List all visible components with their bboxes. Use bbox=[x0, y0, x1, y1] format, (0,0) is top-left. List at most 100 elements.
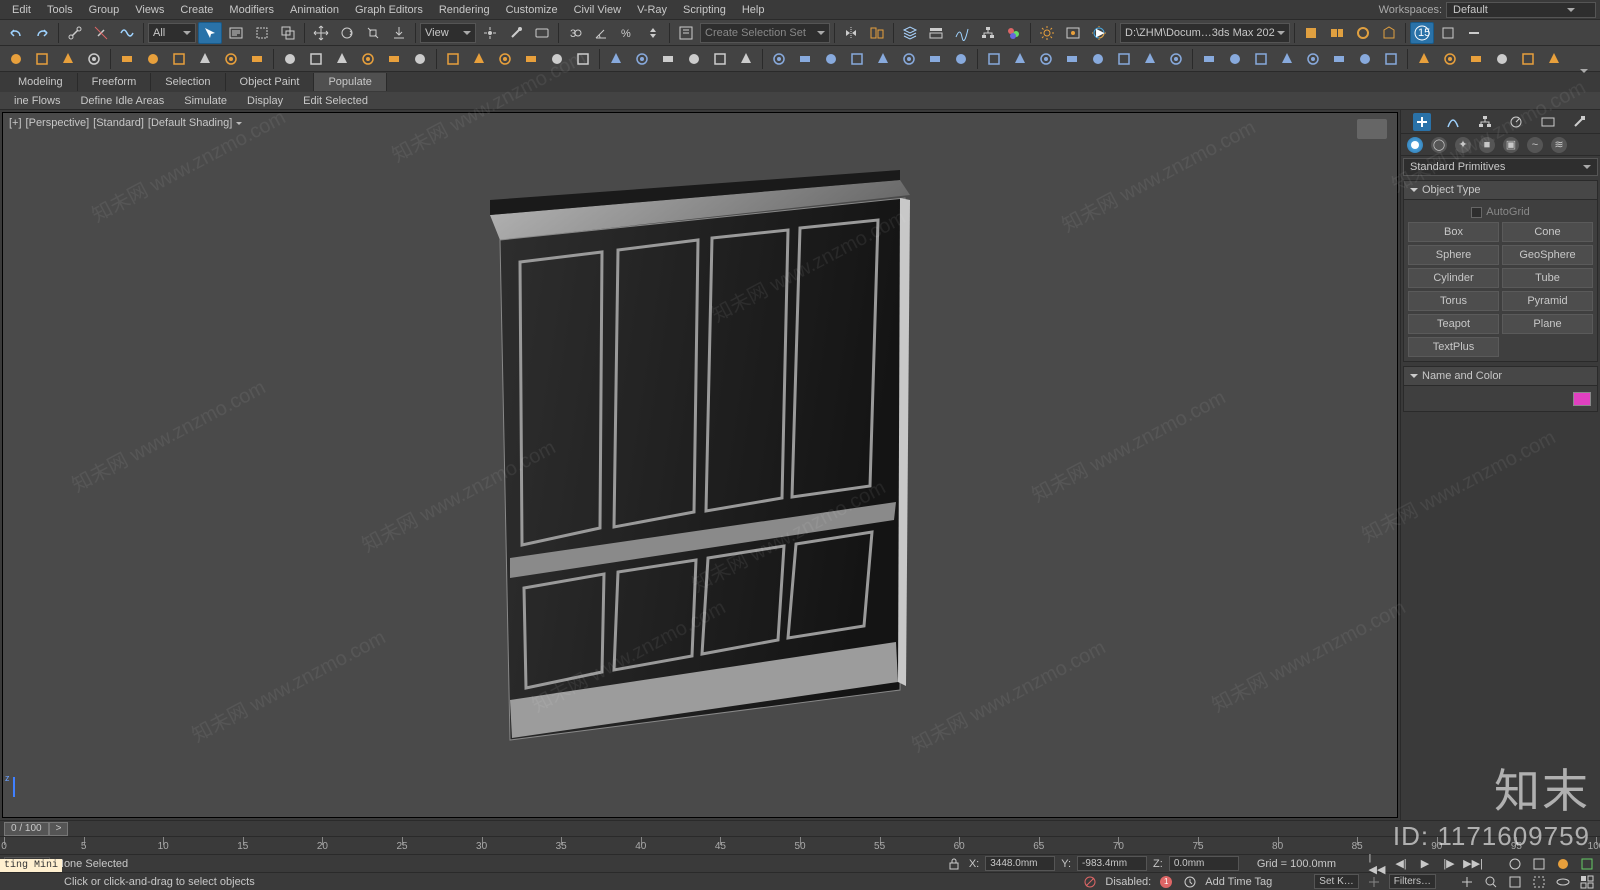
toolbar2-button-32[interactable] bbox=[871, 48, 895, 70]
modify-tab[interactable] bbox=[1444, 113, 1462, 131]
toolbar2-button-51[interactable] bbox=[1379, 48, 1403, 70]
ribbon-sub-flows[interactable]: ine Flows bbox=[4, 93, 70, 109]
manipulate-button[interactable] bbox=[504, 22, 528, 44]
lock-selection-button[interactable] bbox=[945, 856, 963, 872]
toolbar2-button-48[interactable] bbox=[1301, 48, 1325, 70]
schematic-view-button[interactable] bbox=[976, 22, 1000, 44]
render-button[interactable]: ▶ bbox=[1087, 22, 1111, 44]
toolbar2-button-26[interactable] bbox=[708, 48, 732, 70]
isolate-button[interactable] bbox=[1554, 856, 1572, 872]
keyboard-shortcut-button[interactable] bbox=[530, 22, 554, 44]
selection-filter[interactable]: All bbox=[148, 23, 196, 43]
primitive-cone-button[interactable]: Cone bbox=[1502, 222, 1593, 242]
toolbar2-button-47[interactable] bbox=[1275, 48, 1299, 70]
material-editor-button[interactable] bbox=[1002, 22, 1026, 44]
next-frame-button[interactable]: |▶ bbox=[1440, 856, 1458, 872]
object-color-swatch[interactable] bbox=[1573, 392, 1591, 406]
pivot-center-button[interactable] bbox=[478, 22, 502, 44]
time-slider[interactable]: 0 / 100 > bbox=[0, 820, 1600, 836]
primitive-teapot-button[interactable]: Teapot bbox=[1408, 314, 1499, 334]
mirror-button[interactable] bbox=[839, 22, 863, 44]
ribbon-tab-selection[interactable]: Selection bbox=[151, 73, 225, 91]
autosave-badge[interactable]: 15 bbox=[1410, 22, 1434, 44]
rollout-object-type-header[interactable]: Object Type bbox=[1403, 180, 1598, 200]
time-slider-go[interactable]: > bbox=[49, 822, 69, 836]
motion-tab[interactable] bbox=[1507, 113, 1525, 131]
toolbar2-button-43[interactable] bbox=[1164, 48, 1188, 70]
edit-named-sets-button[interactable] bbox=[674, 22, 698, 44]
primitive-tube-button[interactable]: Tube bbox=[1502, 268, 1593, 288]
toolbar2-button-49[interactable] bbox=[1327, 48, 1351, 70]
toolbar2-button-45[interactable] bbox=[1223, 48, 1247, 70]
curve-editor-button[interactable] bbox=[950, 22, 974, 44]
toolbar2-button-2[interactable] bbox=[56, 48, 80, 70]
toolbar2-button-31[interactable] bbox=[845, 48, 869, 70]
toolbar2-button-25[interactable] bbox=[682, 48, 706, 70]
toolbar2-button-14[interactable] bbox=[382, 48, 406, 70]
snap-3d-button[interactable]: 3 bbox=[563, 22, 587, 44]
menu-modifiers[interactable]: Modifiers bbox=[221, 2, 282, 18]
maximize-viewport-button[interactable] bbox=[1578, 874, 1596, 890]
move-button[interactable] bbox=[309, 22, 333, 44]
toolbar2-button-3[interactable] bbox=[82, 48, 106, 70]
primitive-box-button[interactable]: Box bbox=[1408, 222, 1499, 242]
toolbar2-button-46[interactable] bbox=[1249, 48, 1273, 70]
toolbar2-button-19[interactable] bbox=[519, 48, 543, 70]
toolbar2-button-22[interactable] bbox=[604, 48, 628, 70]
project-path-display[interactable]: D:\ZHM\Docum…3ds Max 202 bbox=[1120, 23, 1290, 43]
toolbar2-button-36[interactable] bbox=[982, 48, 1006, 70]
z-coord-field[interactable]: 0.0mm bbox=[1169, 856, 1239, 871]
toolbar2-button-17[interactable] bbox=[467, 48, 491, 70]
menu-graph-editors[interactable]: Graph Editors bbox=[347, 2, 431, 18]
helpers-category[interactable]: ▣ bbox=[1503, 137, 1519, 153]
disabled-icon[interactable] bbox=[1081, 874, 1099, 890]
align-button[interactable] bbox=[865, 22, 889, 44]
toolbar2-button-52[interactable] bbox=[1412, 48, 1436, 70]
primitive-textplus-button[interactable]: TextPlus bbox=[1408, 337, 1499, 357]
goto-end-button[interactable]: ▶▶| bbox=[1464, 856, 1482, 872]
primitive-sphere-button[interactable]: Sphere bbox=[1408, 245, 1499, 265]
key-filters-icon[interactable] bbox=[1365, 874, 1383, 890]
toolbar2-button-34[interactable] bbox=[923, 48, 947, 70]
viewcube[interactable] bbox=[1357, 119, 1387, 139]
toolbar2-button-12[interactable] bbox=[330, 48, 354, 70]
rectangular-region-button[interactable] bbox=[250, 22, 274, 44]
layer-explorer-button[interactable] bbox=[898, 22, 922, 44]
extra2-button[interactable] bbox=[1462, 22, 1486, 44]
toggle-ribbon-button[interactable] bbox=[924, 22, 948, 44]
toolbar2-button-42[interactable] bbox=[1138, 48, 1162, 70]
menu-vray[interactable]: V-Ray bbox=[629, 2, 675, 18]
workspace-selector[interactable]: Default bbox=[1446, 2, 1596, 18]
ribbon-tab-object-paint[interactable]: Object Paint bbox=[226, 73, 315, 91]
toolbar2-button-1[interactable] bbox=[30, 48, 54, 70]
rotate-button[interactable] bbox=[335, 22, 359, 44]
toolbar2-button-41[interactable] bbox=[1112, 48, 1136, 70]
ribbon-sub-edit-selected[interactable]: Edit Selected bbox=[293, 93, 378, 109]
toolbar2-button-11[interactable] bbox=[304, 48, 328, 70]
prev-frame-button[interactable]: ◀| bbox=[1392, 856, 1410, 872]
menu-views[interactable]: Views bbox=[127, 2, 172, 18]
percent-snap-button[interactable]: % bbox=[615, 22, 639, 44]
group1-button[interactable] bbox=[1299, 22, 1323, 44]
shapes-category[interactable]: ◯ bbox=[1431, 137, 1447, 153]
ribbon-sub-simulate[interactable]: Simulate bbox=[174, 93, 237, 109]
hierarchy-tab[interactable] bbox=[1476, 113, 1494, 131]
group2-button[interactable] bbox=[1325, 22, 1349, 44]
set-key-button[interactable]: Set K… bbox=[1314, 874, 1358, 889]
menu-customize[interactable]: Customize bbox=[498, 2, 566, 18]
zoom-extents-button[interactable] bbox=[1506, 874, 1524, 890]
key-filters-button[interactable]: Filters… bbox=[1389, 874, 1436, 889]
toolbar2-button-16[interactable] bbox=[441, 48, 465, 70]
menu-edit[interactable]: Edit bbox=[4, 2, 39, 18]
render-setup-button[interactable] bbox=[1035, 22, 1059, 44]
toolbar2-button-7[interactable] bbox=[193, 48, 217, 70]
group4-button[interactable] bbox=[1377, 22, 1401, 44]
scale-button[interactable] bbox=[361, 22, 385, 44]
toolbar2-button-21[interactable] bbox=[571, 48, 595, 70]
add-time-tag[interactable]: Add Time Tag bbox=[1205, 876, 1272, 888]
menu-tools[interactable]: Tools bbox=[39, 2, 81, 18]
maxscript-mini-listener[interactable]: ting Mini bbox=[0, 859, 62, 872]
viewport-nav1-button[interactable] bbox=[1506, 856, 1524, 872]
pan-view-button[interactable] bbox=[1458, 874, 1476, 890]
undo-button[interactable] bbox=[4, 22, 28, 44]
